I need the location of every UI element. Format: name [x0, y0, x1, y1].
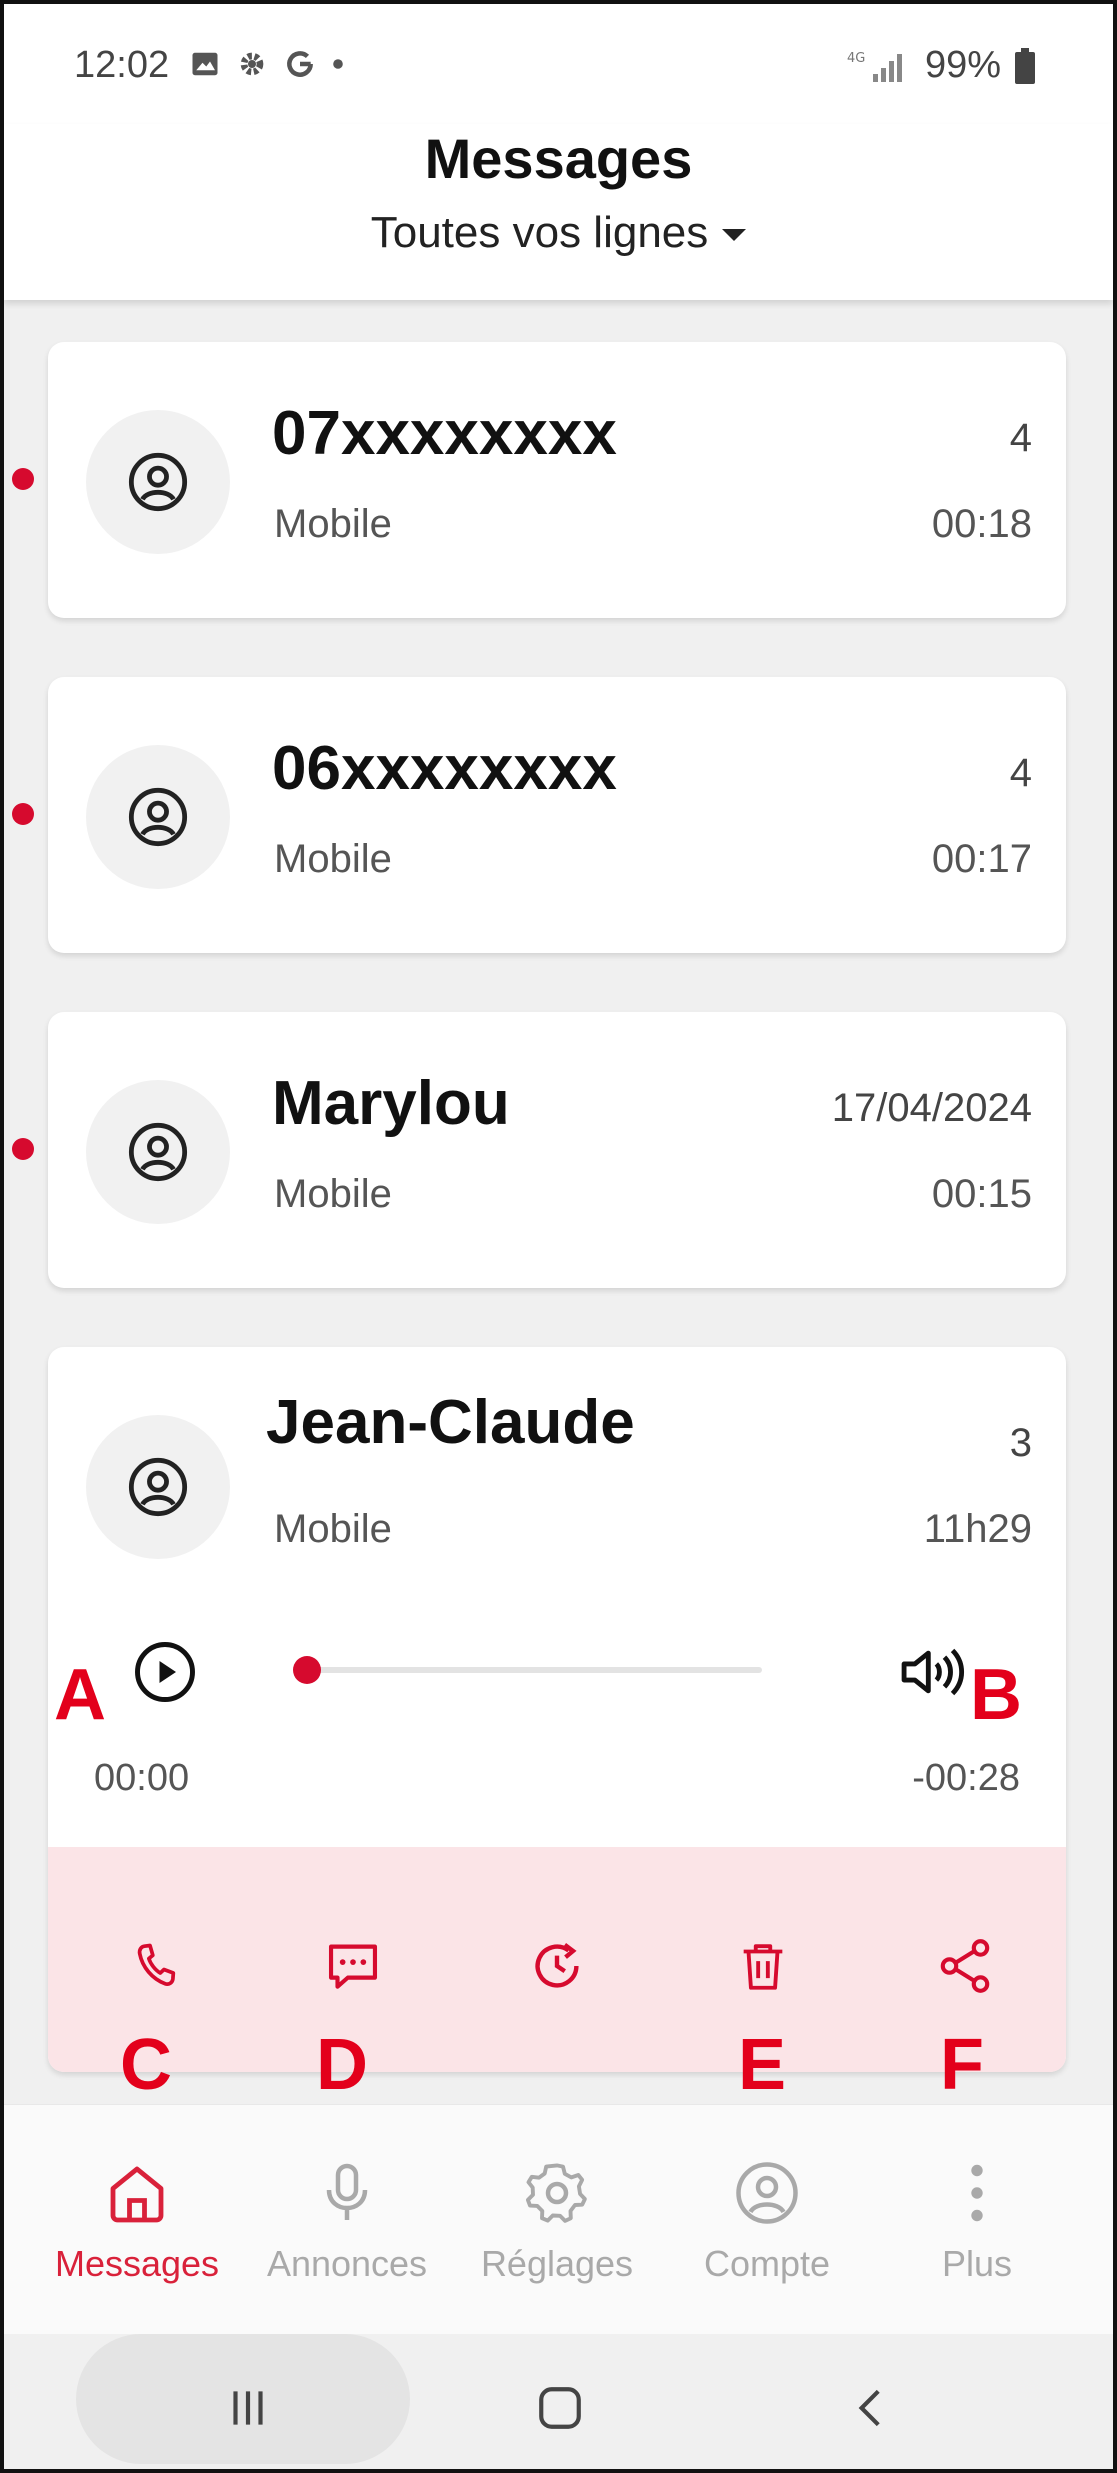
- caller-name: Jean-Claude: [266, 1388, 635, 1457]
- svg-text:4G: 4G: [847, 51, 865, 66]
- user-avatar-icon: [128, 1457, 188, 1517]
- avatar: [86, 1080, 230, 1224]
- nav-label: Messages: [54, 2243, 220, 2284]
- message-card[interactable]: 06xxxxxxxx Mobile 4 00:17: [48, 677, 1066, 953]
- share-button[interactable]: [930, 1931, 1000, 2001]
- line-selector[interactable]: Toutes vos lignes: [4, 208, 1113, 258]
- unread-dot: [12, 468, 34, 490]
- home-icon: [110, 2166, 164, 2223]
- chat-bubble-icon: [328, 1944, 378, 1989]
- status-time: 12:02: [74, 44, 170, 86]
- dot-icon: [333, 59, 343, 69]
- caller-name: 06xxxxxxxx: [272, 734, 617, 803]
- nav-annonces[interactable]: Annonces: [242, 2157, 452, 2285]
- avatar: [86, 410, 230, 554]
- home-button[interactable]: [530, 2378, 590, 2438]
- annotation-label-sms: D: [316, 2025, 368, 2105]
- unread-dot: [12, 1138, 34, 1160]
- recent-apps-icon: [233, 2391, 263, 2425]
- more-vertical-icon: [971, 2164, 983, 2222]
- snooze-button[interactable]: [522, 1931, 592, 2001]
- avatar: [86, 745, 230, 889]
- line-type: Mobile: [274, 837, 392, 881]
- line-type: Mobile: [274, 502, 392, 546]
- clock-refresh-icon: [535, 1943, 579, 1988]
- elapsed-time: 00:00: [94, 1757, 190, 1799]
- line-type: Mobile: [274, 1507, 392, 1551]
- signal-4g-icon: 4G: [847, 51, 902, 82]
- call-back-button[interactable]: [122, 1931, 192, 2001]
- audio-player: 00:00 -00:28: [48, 1637, 1066, 1827]
- bottom-navigation: Messages Annonces Réglages Compte Plus: [4, 2104, 1113, 2334]
- user-avatar-icon: [128, 1122, 188, 1182]
- nav-label: Plus: [941, 2243, 1013, 2284]
- message-meta: 4: [1009, 416, 1032, 460]
- message-duration: 11h29: [923, 1507, 1032, 1551]
- google-icon: [287, 51, 313, 77]
- user-avatar-icon: [128, 787, 188, 847]
- share-icon: [940, 1939, 990, 1993]
- remaining-time: -00:28: [912, 1757, 1020, 1799]
- message-card[interactable]: Marylou Mobile 17/04/2024 00:15: [48, 1012, 1066, 1288]
- account-icon: [736, 2162, 798, 2224]
- message-duration: 00:15: [931, 1172, 1032, 1216]
- delete-button[interactable]: [728, 1931, 798, 2001]
- status-system-icons: 4G 99%: [847, 44, 1035, 87]
- nav-label: Compte: [703, 2243, 831, 2284]
- gear-icon: [525, 2163, 587, 2223]
- status-notification-icons: [190, 48, 344, 80]
- line-type: Mobile: [274, 1172, 392, 1216]
- phone-screen: 12:02 4G 99% Messages Toutes vos lignes: [0, 0, 1117, 2473]
- annotation-label-share: F: [940, 2025, 984, 2105]
- message-duration: 00:17: [931, 837, 1032, 881]
- message-card-expanded[interactable]: Jean-Claude Mobile 3 11h29 00:00 -00:28: [48, 1347, 1066, 2072]
- annotation-label-delete: E: [738, 2025, 787, 2105]
- microphone-icon: [326, 2163, 368, 2220]
- caret-down-icon: [722, 229, 747, 242]
- phone-icon: [137, 1943, 176, 1986]
- user-avatar-icon: [128, 452, 188, 512]
- back-button[interactable]: [842, 2378, 902, 2438]
- recent-apps-button[interactable]: [218, 2378, 278, 2438]
- annotation-label-call: C: [120, 2025, 172, 2105]
- page-title: Messages: [424, 127, 693, 190]
- nav-messages[interactable]: Messages: [32, 2157, 242, 2285]
- play-icon[interactable]: [132, 1639, 198, 1705]
- nav-compte[interactable]: Compte: [662, 2157, 872, 2285]
- caller-name: Marylou: [272, 1069, 510, 1138]
- nav-label: Réglages: [480, 2243, 634, 2284]
- home-square-icon: [539, 2387, 581, 2429]
- system-navigation-bar: [4, 2334, 1113, 2469]
- annotation-label-volume: B: [970, 1655, 1022, 1735]
- playback-knob[interactable]: [293, 1656, 322, 1684]
- avatar: [86, 1415, 230, 1559]
- gallery-icon: [192, 52, 218, 76]
- battery-level: 99%: [924, 44, 1001, 86]
- send-sms-button[interactable]: [318, 1931, 388, 2001]
- playback-slider[interactable]: [293, 1656, 762, 1684]
- nav-reglages[interactable]: Réglages: [452, 2157, 662, 2285]
- app-header: Messages Toutes vos lignes: [4, 124, 1113, 300]
- message-actions: [48, 1847, 1066, 2072]
- settings-gear-icon: [240, 52, 264, 76]
- annotation-label-play: A: [54, 1655, 106, 1735]
- battery-icon: [1015, 47, 1035, 84]
- message-meta: 17/04/2024: [831, 1086, 1032, 1130]
- unread-dot: [12, 803, 34, 825]
- message-meta: 4: [1009, 751, 1032, 795]
- message-card[interactable]: 07xxxxxxxx Mobile 4 00:18: [48, 342, 1066, 618]
- nav-label: Annonces: [266, 2243, 428, 2284]
- volume-icon[interactable]: [896, 1639, 966, 1705]
- status-bar: 12:02 4G 99%: [4, 4, 1113, 124]
- message-meta: 3: [1009, 1421, 1032, 1465]
- message-duration: 00:18: [931, 502, 1032, 546]
- caller-name: 07xxxxxxxx: [272, 399, 617, 468]
- back-chevron-icon: [858, 2389, 880, 2427]
- nav-plus[interactable]: Plus: [872, 2157, 1082, 2285]
- line-selector-label: Toutes vos lignes: [370, 208, 709, 257]
- trash-icon: [743, 1944, 783, 1990]
